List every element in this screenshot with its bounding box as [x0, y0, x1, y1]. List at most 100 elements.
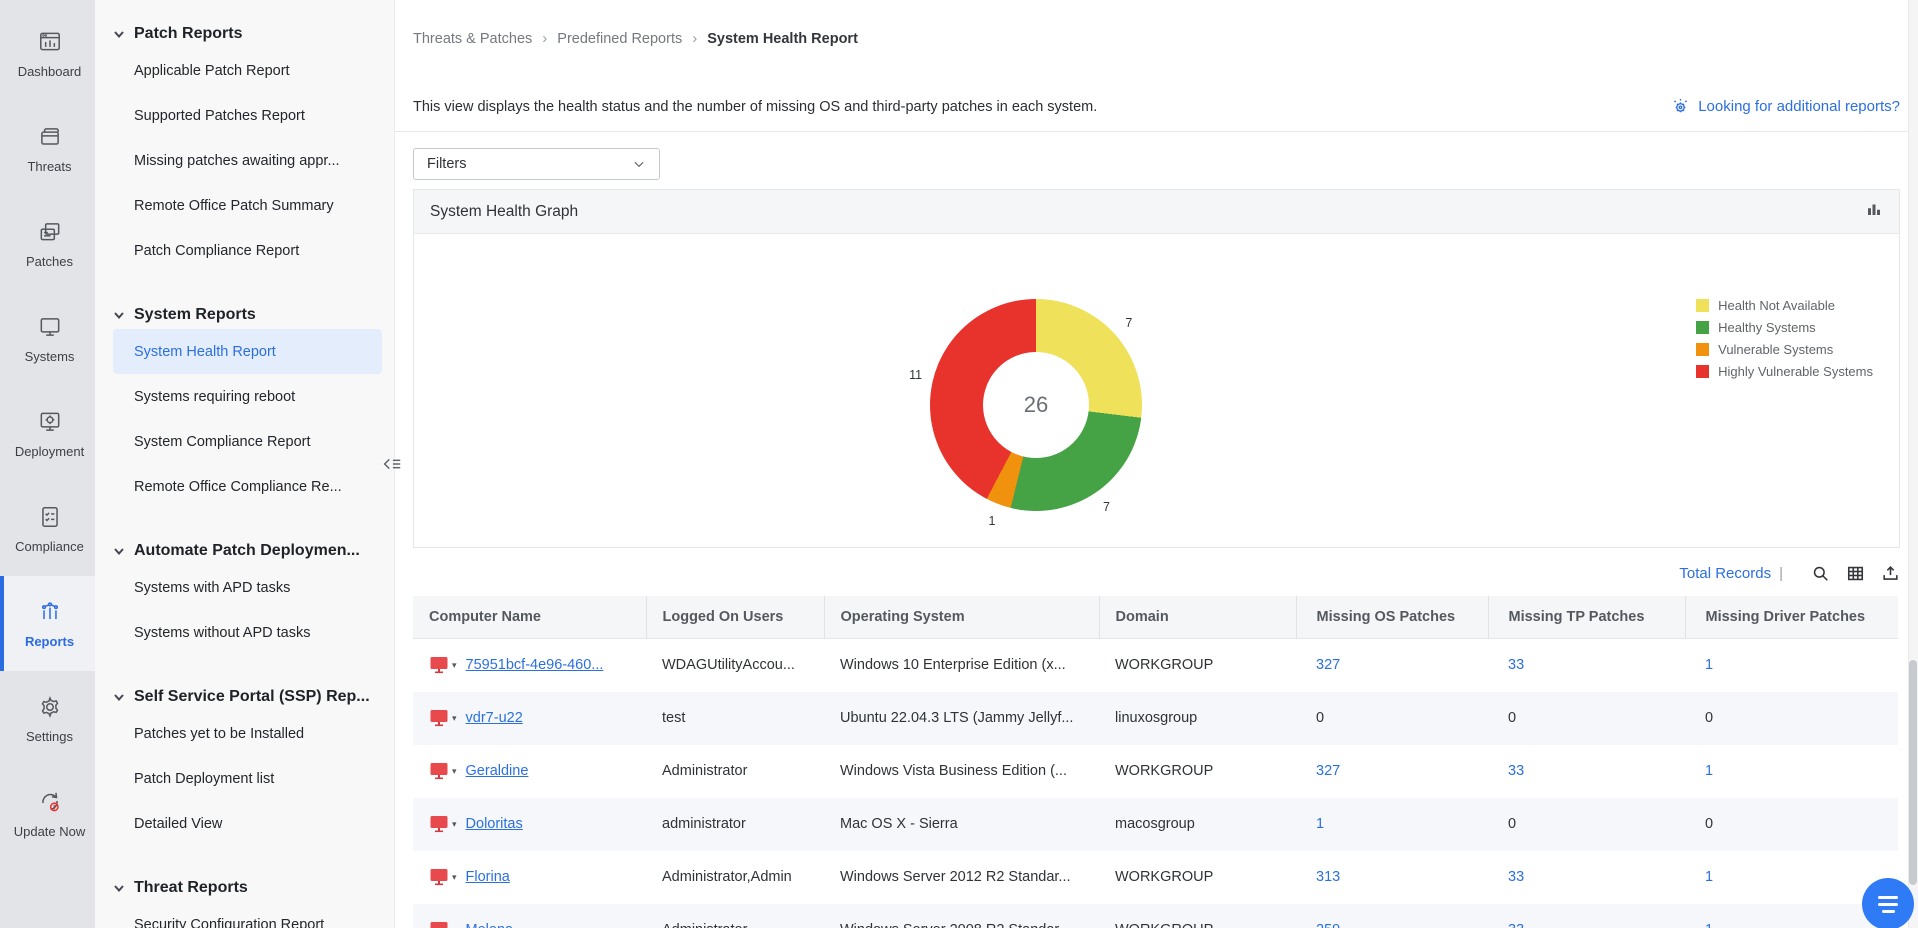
computer-menu-caret[interactable]: ▾	[452, 925, 457, 928]
nav-item-dashboard[interactable]: Dashboard	[0, 6, 95, 101]
sidebar-item-patch-deployment-list[interactable]: Patch Deployment list	[113, 756, 382, 801]
table-row: ▾GeraldineAdministratorWindows Vista Bus…	[413, 745, 1898, 798]
sidebar-item-missing-patches-awaiting-appr[interactable]: Missing patches awaiting appr...	[113, 138, 382, 183]
search-button[interactable]	[1811, 564, 1830, 583]
missing-tp-patches-link[interactable]: 33	[1508, 657, 1524, 673]
column-header-domain[interactable]: Domain	[1099, 596, 1296, 638]
nav-item-threats[interactable]: Threats	[0, 101, 95, 196]
computer-cell: ▾ 75951bcf-4e96-460...	[429, 639, 646, 692]
sidebar-item-remote-office-compliance-re[interactable]: Remote Office Compliance Re...	[113, 464, 382, 509]
sidebar-item-systems-requiring-reboot[interactable]: Systems requiring reboot	[113, 374, 382, 419]
computer-name-link[interactable]: Melena	[466, 922, 514, 928]
page-scrollbar[interactable]	[1908, 0, 1918, 928]
report-group-header[interactable]: Automate Patch Deploymen...	[113, 537, 386, 565]
sidebar-item-patches-yet-to-be-installed[interactable]: Patches yet to be Installed	[113, 711, 382, 756]
column-header-missing-driver-patches[interactable]: Missing Driver Patches	[1685, 596, 1898, 638]
sidebar-item-applicable-patch-report[interactable]: Applicable Patch Report	[113, 48, 382, 93]
breadcrumb-predefined-reports[interactable]: Predefined Reports	[557, 31, 682, 47]
sidebar-item-detailed-view[interactable]: Detailed View	[113, 801, 382, 846]
sidebar-item-remote-office-patch-summary[interactable]: Remote Office Patch Summary	[113, 183, 382, 228]
computer-menu-caret[interactable]: ▾	[452, 713, 457, 724]
dashboard-icon	[37, 29, 63, 55]
computer-name-link[interactable]: vdr7-u22	[466, 710, 523, 726]
missing-driver-patches-link[interactable]: 1	[1705, 657, 1713, 673]
missing-tp-patches-link[interactable]: 33	[1508, 869, 1524, 885]
missing-driver-patches-link[interactable]: 1	[1705, 922, 1713, 928]
donut-total: 26	[1024, 392, 1048, 418]
sidebar-collapse-button[interactable]	[381, 453, 403, 480]
slice-value-label: 7	[1125, 316, 1132, 330]
missing-tp-patches-link[interactable]: 33	[1508, 922, 1524, 928]
logged-on-users-cell: administrator	[646, 798, 824, 851]
report-group-header[interactable]: Threat Reports	[113, 874, 386, 902]
computer-name-link[interactable]: Geraldine	[466, 763, 529, 779]
missing-os-patches-link[interactable]: 259	[1316, 922, 1340, 928]
missing-os-patches-link[interactable]: 1	[1316, 816, 1324, 832]
breadcrumb-threats-patches[interactable]: Threats & Patches	[413, 31, 532, 47]
computer-menu-caret[interactable]: ▾	[452, 819, 457, 830]
report-group-header[interactable]: System Reports	[113, 301, 386, 329]
nav-item-patches[interactable]: Patches	[0, 196, 95, 291]
nav-item-settings[interactable]: Settings	[0, 671, 95, 766]
nav-item-systems[interactable]: Systems	[0, 291, 95, 386]
export-button[interactable]	[1881, 564, 1900, 583]
collapse-sidebar-icon	[381, 453, 403, 475]
additional-reports-link[interactable]: Looking for additional reports?	[1670, 96, 1900, 117]
report-group-header[interactable]: Patch Reports	[113, 20, 386, 48]
nav-item-update-now[interactable]: Update Now	[0, 766, 95, 861]
filters-dropdown[interactable]: Filters	[413, 148, 660, 180]
computer-menu-caret[interactable]: ▾	[452, 660, 457, 671]
column-chooser-button[interactable]	[1846, 564, 1865, 583]
nav-item-compliance[interactable]: Compliance	[0, 481, 95, 576]
scrollbar-thumb[interactable]	[1909, 660, 1917, 885]
breadcrumb-separator: ›	[692, 30, 697, 47]
missing-os-patches-link[interactable]: 327	[1316, 657, 1340, 673]
help-chat-fab[interactable]	[1862, 878, 1914, 928]
missing-driver-patches-cell: 1	[1685, 745, 1898, 798]
operating-system-cell: Mac OS X - Sierra	[824, 798, 1099, 851]
column-header-missing-os-patches[interactable]: Missing OS Patches	[1296, 596, 1488, 638]
missing-driver-patches-cell: 0	[1685, 692, 1898, 745]
sidebar-item-security-configuration-report[interactable]: Security Configuration Report	[113, 902, 382, 928]
table-row: ▾MelenaAdministratorWindows Server 2008 …	[413, 904, 1898, 928]
missing-driver-patches-link[interactable]: 1	[1705, 869, 1713, 885]
column-header-computer-name[interactable]: Computer Name	[413, 596, 646, 638]
donut-chart[interactable]: 26	[930, 299, 1142, 511]
nav-item-reports[interactable]: Reports	[0, 576, 95, 671]
report-group: Patch ReportsApplicable Patch ReportSupp…	[113, 20, 386, 273]
column-header-operating-system[interactable]: Operating System	[824, 596, 1099, 638]
nav-item-label: Patches	[26, 254, 73, 269]
computer-name-link[interactable]: Florina	[466, 869, 510, 885]
sidebar-item-systems-with-apd-tasks[interactable]: Systems with APD tasks	[113, 565, 382, 610]
computer-name-link[interactable]: 75951bcf-4e96-460...	[466, 657, 604, 673]
table-row: ▾FlorinaAdministrator,AdminWindows Serve…	[413, 851, 1898, 904]
report-group: Self Service Portal (SSP) Rep...Patches …	[113, 683, 386, 846]
computer-menu-caret[interactable]: ▾	[452, 766, 457, 777]
sidebar-item-supported-patches-report[interactable]: Supported Patches Report	[113, 93, 382, 138]
missing-tp-patches-link[interactable]: 33	[1508, 763, 1524, 779]
sidebar-item-system-health-report[interactable]: System Health Report	[113, 329, 382, 374]
chart-type-button[interactable]	[1865, 200, 1883, 223]
missing-os-patches-link[interactable]: 327	[1316, 763, 1340, 779]
sidebar-item-systems-without-apd-tasks[interactable]: Systems without APD tasks	[113, 610, 382, 655]
table-row: ▾75951bcf-4e96-460...WDAGUtilityAccou...…	[413, 638, 1898, 692]
column-header-missing-tp-patches[interactable]: Missing TP Patches	[1488, 596, 1685, 638]
table-row: ▾ Doloritas administratorMac OS X - Sierra…	[413, 798, 1898, 851]
total-records-link[interactable]: Total Records	[1679, 565, 1771, 582]
missing-os-patches-link[interactable]: 313	[1316, 869, 1340, 885]
computer-menu-caret[interactable]: ▾	[452, 872, 457, 883]
slice-value-label: 7	[1103, 500, 1110, 514]
sidebar-item-patch-compliance-report[interactable]: Patch Compliance Report	[113, 228, 382, 273]
computer-name-link[interactable]: Doloritas	[466, 816, 523, 832]
table-row: ▾vdr7-u22testUbuntu 22.04.3 LTS (Jammy J…	[413, 692, 1898, 745]
missing-driver-patches-link[interactable]: 1	[1705, 763, 1713, 779]
sidebar-item-system-compliance-report[interactable]: System Compliance Report	[113, 419, 382, 464]
column-header-logged-on-users[interactable]: Logged On Users	[646, 596, 824, 638]
missing-tp-patches-value: 0	[1508, 710, 1516, 726]
nav-item-deployment[interactable]: Deployment	[0, 386, 95, 481]
logged-on-users-cell: Administrator	[646, 904, 824, 928]
donut-hole: 26	[983, 352, 1089, 458]
report-group-header[interactable]: Self Service Portal (SSP) Rep...	[113, 683, 386, 711]
primary-nav: DashboardThreats Patches SystemsDeployment…	[0, 0, 95, 928]
bar-chart-icon	[1865, 200, 1883, 218]
